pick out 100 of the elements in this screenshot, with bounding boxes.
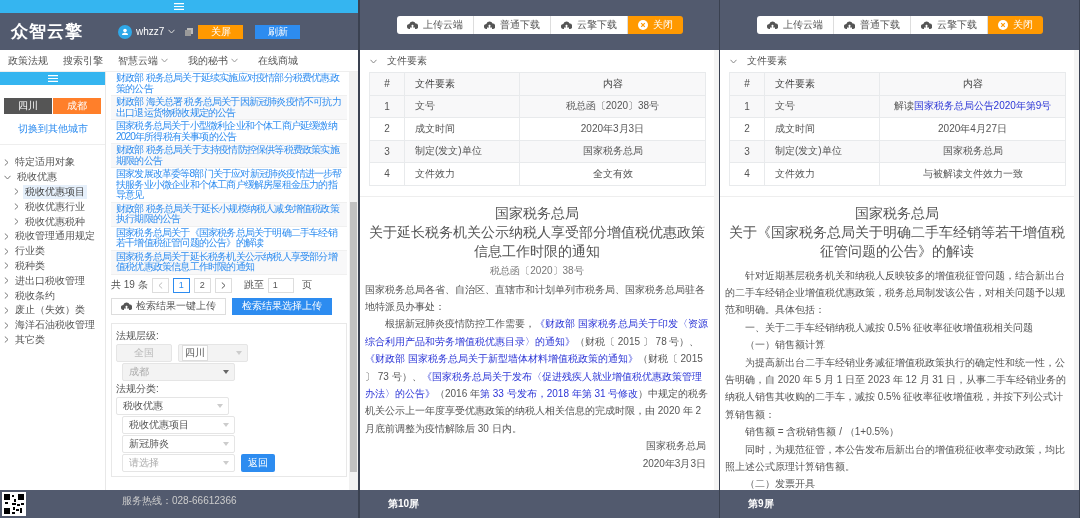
- caret-icon: [236, 350, 242, 355]
- table-cell: 1: [369, 95, 405, 118]
- caret-icon: [217, 403, 223, 408]
- table-cell: 成文时间: [404, 117, 520, 140]
- toolbar-button[interactable]: 上传云端: [396, 16, 474, 34]
- document-paragraph: 根据新冠肺炎疫情防控工作需要，《财政部 国家税务总局关于印发〈资源综合利用产品和劳务增值税优惠目录〉的通知》（财税〔 2015 〕 78 号）、 《财政部 国家税务总局关于新型墙体材料增值税政策的通知》（财税〔 2015 〕 73 号）、《国家税务总局关于发布〈促进残疾人就业增值税优惠政策管理办法〉的公告》（2016 年第 33 号发布，2018 年第 31 号修改）中规定的税务机关公示上一年度享受优惠政策的纳税人相关信息的完成时限，由 2020 年 2 月底前调整为疫情解除后 30 日内。: [364, 317, 710, 436]
- chevron-left-icon: [157, 281, 163, 289]
- column-header: 内容: [879, 72, 1066, 95]
- tree-item[interactable]: 行业类: [13, 244, 47, 259]
- tree-item[interactable]: 海洋石油税收管理: [13, 318, 97, 333]
- screen-label: 第9屏: [748, 497, 774, 511]
- upload-button[interactable]: 检索结果一键上传: [111, 297, 226, 315]
- page-button[interactable]: 2: [193, 277, 211, 293]
- cloud-upload-icon: [406, 21, 418, 29]
- nav-item[interactable]: 我的秘书: [188, 53, 258, 68]
- prev-page-button[interactable]: [151, 277, 169, 293]
- cloud-upload-icon: [121, 302, 132, 310]
- document-paragraph: 为提高新出台二手车经销业务减征增值税政策执行的确定性和统一性，公告明确，自 2020 年 5 月 1 日至 2023 年 12 月 31 日，从事二手车经销业务的纳税人销售其收购的二手车，减按 0.5% 征收率征收增值税，并按下列公式计算销售额：: [724, 355, 1068, 422]
- cloud-upload-icon: [483, 21, 495, 29]
- chevron-down-icon: [231, 58, 238, 63]
- caret-icon: [223, 460, 229, 465]
- document-paragraph: （一）销售额计算: [744, 338, 826, 353]
- table-cell: 税总函〔2020〕38号: [519, 95, 706, 118]
- tree-item[interactable]: 税收优惠行业: [23, 199, 87, 214]
- document-paragraph: （二）发票开具: [744, 477, 816, 490]
- column-header: #: [369, 72, 405, 95]
- copy-icon[interactable]: [185, 27, 194, 36]
- cloud-upload-icon: [920, 21, 932, 29]
- section-title[interactable]: 文件要素: [387, 54, 427, 68]
- table-cell: 4: [369, 162, 405, 185]
- tree-item[interactable]: 税收管理通用规定: [13, 229, 97, 244]
- close-icon: [997, 20, 1008, 30]
- region-tab[interactable]: 四川: [4, 98, 52, 114]
- menu-icon[interactable]: [47, 75, 58, 82]
- document-paragraph: 销售额 = 含税销售额 / （1+0.5%）: [744, 425, 900, 440]
- column-header: 文件要素: [404, 72, 520, 95]
- menu-icon[interactable]: [174, 3, 184, 10]
- next-page-button[interactable]: [214, 277, 232, 293]
- table-cell: 4: [729, 162, 765, 185]
- avatar-icon[interactable]: [118, 24, 132, 39]
- scrollbar-thumb[interactable]: [350, 202, 357, 472]
- column-header: 文件要素: [764, 72, 880, 95]
- chevron-down-icon: [161, 58, 168, 63]
- tree-item[interactable]: 废止（失效）类: [13, 303, 87, 318]
- document-paragraph: 针对近期基层税务机关和纳税人反映较多的增值税征管问题，结合新出台的二手车经销企业增值税优惠政策，税务总局制发该公告，对相关问题予以规范和明确。具体包括：: [724, 268, 1066, 318]
- toolbar-button[interactable]: 普通下载: [473, 16, 551, 34]
- table-cell: 文件效力: [764, 162, 880, 185]
- tree-item[interactable]: 税收优惠: [15, 170, 59, 185]
- document-paragraph: 国家税务总局: [645, 439, 707, 454]
- tree-item[interactable]: 税种类: [13, 258, 47, 273]
- nav-item[interactable]: 搜索引擎: [63, 53, 118, 68]
- table-cell: 解读国家税务总局公告2020年第9号: [879, 95, 1066, 118]
- select-field[interactable]: 税收优惠项目: [122, 415, 235, 434]
- nav-item[interactable]: 智慧云端: [118, 53, 188, 68]
- tree-item[interactable]: 其它类: [13, 332, 47, 347]
- result-link[interactable]: 财政部 税务总局关于延续实施应对疫情部分税费优惠政策的公告: [111, 72, 347, 96]
- document-paragraph: 2020年3月3日: [641, 456, 707, 471]
- document-number: 税总函〔2020〕38号: [489, 263, 585, 278]
- caret-icon: [223, 369, 229, 374]
- result-link[interactable]: 国家税务总局关于小型微利企业和个体工商户延缓缴纳2020年所得税有关事项的公告: [111, 120, 347, 144]
- page-unit: 页: [301, 278, 312, 292]
- page-button[interactable]: 1: [172, 277, 190, 293]
- select-field[interactable]: 新冠肺炎: [122, 434, 235, 453]
- table-cell: 1: [729, 95, 765, 118]
- table-cell: 2020年3月3日: [519, 117, 706, 140]
- page-input[interactable]: 1: [267, 277, 294, 293]
- table-cell: 3: [729, 140, 765, 163]
- table-cell: 国家税务总局: [879, 140, 1066, 163]
- table-cell: 国家税务总局: [519, 140, 706, 163]
- table-cell: 2: [369, 117, 405, 140]
- user-name[interactable]: whzz7: [136, 26, 165, 37]
- logo: 众智云擎: [11, 21, 84, 43]
- tree-item[interactable]: 税收优惠项目: [23, 185, 87, 199]
- nav-item[interactable]: 在线商城: [258, 53, 313, 68]
- table-cell: 3: [369, 140, 405, 163]
- toolbar-button[interactable]: 云擎下载: [550, 16, 628, 34]
- caret-icon: [223, 422, 229, 427]
- tree-item[interactable]: 特定适用对象: [13, 155, 77, 170]
- total-count: 共 19 条: [111, 278, 148, 292]
- cloud-upload-icon: [843, 21, 855, 29]
- caret-icon: [223, 441, 229, 446]
- toolbar-button[interactable]: 云擎下载: [910, 16, 988, 34]
- close-icon: [637, 20, 648, 30]
- section-title[interactable]: 文件要素: [747, 54, 787, 68]
- nav-item[interactable]: 政策法规: [8, 53, 63, 68]
- tree-item[interactable]: 税收优惠税种: [23, 214, 87, 229]
- switch-city-link[interactable]: 切换到其他城市: [0, 122, 105, 136]
- table-cell: 文件效力: [404, 162, 520, 185]
- tree-item[interactable]: 进出口税收管理: [13, 273, 87, 288]
- table-cell: 成文时间: [764, 117, 880, 140]
- toolbar-button[interactable]: 普通下载: [833, 16, 911, 34]
- toolbar-button[interactable]: 上传云端: [756, 16, 834, 34]
- document-paragraph: 同时，为规范征管，本公告发布后新出台的增值税征收率变动政策，均比照上述公式原理计算销售额。: [724, 442, 1066, 474]
- select-field[interactable]: 税收优惠: [116, 396, 229, 415]
- tree-item[interactable]: 税收条约: [13, 288, 57, 303]
- filter-label: 法规层级:: [116, 328, 160, 343]
- filter-label: 法规分类:: [116, 381, 160, 396]
- result-link[interactable]: 国家税务总局关于《国家税务总局关于明确二手车经销若干增值税征管问题的公告》的解读: [111, 226, 347, 251]
- result-link[interactable]: 国家发展改革委等8部门关于应对新冠肺炎疫情进一步帮扶服务业小微企业和个体工商户缓解房屋租金压力的指导意见: [111, 168, 347, 203]
- column-header: #: [729, 72, 765, 95]
